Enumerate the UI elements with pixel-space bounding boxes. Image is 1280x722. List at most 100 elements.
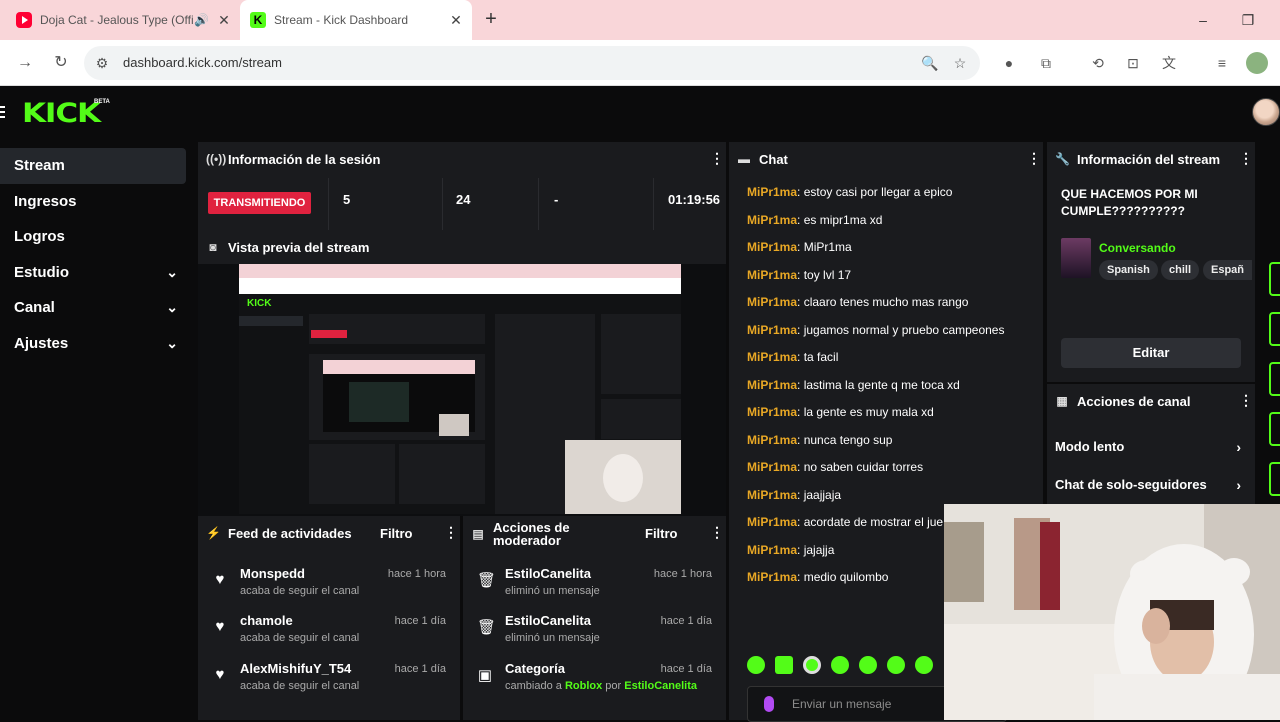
stream-preview-image[interactable]: KICK: [239, 264, 681, 514]
toggle-edge[interactable]: [1269, 462, 1280, 496]
translate-icon[interactable]: 文: [1158, 52, 1180, 74]
extensions-puzzle-icon[interactable]: ⧉: [1035, 52, 1057, 74]
mod-action-subtitle: eliminó un mensaje: [505, 632, 600, 644]
reload-icon[interactable]: ↻: [50, 52, 72, 74]
chat-username[interactable]: MiPr1ma: [747, 240, 797, 254]
chat-username[interactable]: MiPr1ma: [747, 543, 797, 557]
chat-message[interactable]: MiPr1ma: jaajjaja: [747, 488, 841, 502]
close-tab-icon[interactable]: ✕: [214, 12, 234, 29]
menu-icon[interactable]: [0, 106, 5, 118]
chat-message[interactable]: MiPr1ma: jajajja: [747, 543, 834, 557]
url-bar[interactable]: ⚙ dashboard.kick.com/stream 🔍 ☆: [84, 46, 980, 80]
tag-chip[interactable]: Españ: [1203, 260, 1253, 280]
chat-message[interactable]: MiPr1ma: claaro tenes mucho mas rango: [747, 295, 968, 309]
color-extension-icon[interactable]: ●: [998, 52, 1020, 74]
tag-chip[interactable]: chill: [1161, 260, 1200, 280]
sidebar-item-stream[interactable]: Stream: [0, 148, 186, 184]
emote-icon[interactable]: [831, 656, 849, 674]
media-queue-icon[interactable]: ≡: [1211, 52, 1233, 74]
chat-username[interactable]: MiPr1ma: [747, 460, 797, 474]
chat-message[interactable]: MiPr1ma: estoy casi por llegar a epico: [747, 185, 952, 199]
chat-message[interactable]: MiPr1ma: lastima la gente q me toca xd: [747, 378, 960, 392]
followers-only-chat-row[interactable]: Chat de solo-seguidores ›: [1047, 466, 1255, 504]
chat-colon: :: [797, 515, 804, 529]
emote-icon[interactable]: [887, 656, 905, 674]
user-link[interactable]: EstiloCanelita: [624, 680, 697, 692]
mod-action-name: Categoría: [505, 661, 565, 676]
restore-icon[interactable]: ❐: [1238, 10, 1258, 30]
category-link[interactable]: Roblox: [565, 680, 602, 692]
emote-icon[interactable]: [859, 656, 877, 674]
screenshot-icon[interactable]: ⊡: [1122, 52, 1144, 74]
profile-avatar-icon[interactable]: [1246, 52, 1268, 74]
user-avatar[interactable]: [1252, 98, 1280, 126]
toggle-edge[interactable]: [1269, 312, 1280, 346]
chat-message[interactable]: MiPr1ma: nunca tengo sup: [747, 433, 892, 447]
chat-username[interactable]: MiPr1ma: [747, 405, 797, 419]
chat-username[interactable]: MiPr1ma: [747, 378, 797, 392]
chat-message[interactable]: MiPr1ma: medio quilombo: [747, 570, 888, 584]
chat-username[interactable]: MiPr1ma: [747, 433, 797, 447]
more-options-icon[interactable]: ⋮: [1239, 151, 1253, 165]
emote-icon[interactable]: [803, 656, 821, 674]
chat-message[interactable]: MiPr1ma: acordate de mostrar el jue: [747, 515, 943, 529]
more-options-icon[interactable]: ⋮: [710, 151, 724, 165]
filter-button[interactable]: Filtro: [380, 526, 413, 541]
chat-username[interactable]: MiPr1ma: [747, 515, 797, 529]
chat-message[interactable]: MiPr1ma: toy lvl 17: [747, 268, 851, 282]
chat-message[interactable]: MiPr1ma: la gente es muy mala xd: [747, 405, 934, 419]
sidebar-item-label: Estudio: [14, 263, 69, 281]
category-name[interactable]: Conversando: [1099, 241, 1176, 255]
sidebar-item-logros[interactable]: Logros: [0, 219, 186, 255]
chat-message[interactable]: MiPr1ma: no saben cuidar torres: [747, 460, 923, 474]
bookmark-star-icon[interactable]: ☆: [950, 53, 970, 73]
speaker-icon[interactable]: 🔊: [194, 13, 210, 27]
feed-item-subtitle: acaba de seguir el canal: [240, 680, 360, 692]
chat-colon: :: [797, 487, 804, 502]
sidebar-item-ingresos[interactable]: Ingresos: [0, 184, 186, 220]
chat-username[interactable]: MiPr1ma: [747, 323, 797, 337]
more-options-icon[interactable]: ⋮: [1027, 151, 1041, 165]
sidebar-item-ajustes[interactable]: Ajustes ⌄: [0, 326, 186, 362]
more-options-icon[interactable]: ⋮: [710, 525, 724, 539]
slow-mode-row[interactable]: Modo lento ›: [1047, 428, 1255, 466]
chat-username[interactable]: MiPr1ma: [747, 295, 797, 309]
emote-icon[interactable]: [915, 656, 933, 674]
chat-username[interactable]: MiPr1ma: [747, 185, 797, 199]
chat-message[interactable]: MiPr1ma: es mipr1ma xd: [747, 213, 882, 227]
site-settings-icon[interactable]: ⚙: [92, 53, 112, 73]
tab-youtube[interactable]: Doja Cat - Jealous Type (Offi 🔊 ✕: [8, 0, 240, 40]
toggle-edge[interactable]: [1269, 362, 1280, 396]
chat-message[interactable]: MiPr1ma: jugamos normal y pruebo campeon…: [747, 323, 1004, 337]
emote-icon[interactable]: [775, 656, 793, 674]
filter-button[interactable]: Filtro: [645, 526, 678, 541]
chevron-down-icon: ⌄: [166, 299, 178, 315]
chat-username[interactable]: MiPr1ma: [747, 350, 797, 364]
chat-username[interactable]: MiPr1ma: [747, 213, 797, 227]
forward-icon[interactable]: →: [14, 52, 36, 74]
chat-username[interactable]: MiPr1ma: [747, 488, 797, 502]
sidebar-item-estudio[interactable]: Estudio ⌄: [0, 255, 186, 291]
kick-logo[interactable]: KICK: [22, 98, 101, 129]
sidebar-item-canal[interactable]: Canal ⌄: [0, 290, 186, 326]
toggle-edge[interactable]: [1269, 262, 1280, 296]
new-tab-button[interactable]: +: [481, 9, 501, 29]
close-tab-icon[interactable]: ✕: [446, 12, 466, 29]
more-options-icon[interactable]: ⋮: [1239, 393, 1253, 407]
chat-message[interactable]: MiPr1ma: ta facil: [747, 350, 838, 364]
tab-kick-dashboard[interactable]: K Stream - Kick Dashboard ✕: [240, 0, 472, 40]
chat-username[interactable]: MiPr1ma: [747, 570, 797, 584]
toggle-edge[interactable]: [1269, 412, 1280, 446]
chat-username[interactable]: MiPr1ma: [747, 268, 797, 282]
edit-button[interactable]: Editar: [1061, 338, 1241, 368]
sidebar-item-label: Canal: [14, 299, 55, 317]
emote-icon[interactable]: [747, 656, 765, 674]
microphone-icon[interactable]: [764, 696, 774, 712]
zoom-icon[interactable]: 🔍: [920, 53, 940, 73]
tag-chip[interactable]: Spanish: [1099, 260, 1158, 280]
minimize-icon[interactable]: –: [1193, 10, 1213, 30]
chat-message[interactable]: MiPr1ma: MiPr1ma: [747, 240, 852, 254]
more-options-icon[interactable]: ⋮: [444, 525, 458, 539]
history-icon[interactable]: ⟲: [1087, 52, 1109, 74]
action-label: Modo lento: [1055, 439, 1125, 454]
